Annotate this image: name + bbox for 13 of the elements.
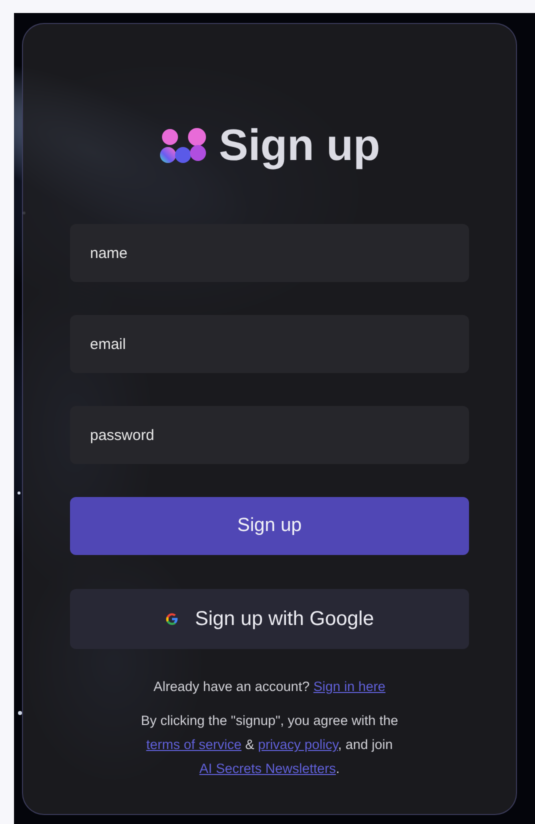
text-link[interactable]: privacy policy (258, 737, 338, 752)
google-icon (164, 612, 179, 626)
input-field[interactable]: email (70, 315, 469, 373)
signup-button[interactable]: Sign up (70, 497, 469, 555)
terms-text: By clicking the "signup", you agree with the terms of service & privacy policy, and join AI Secrets Newsletters. (140, 712, 400, 778)
input-field[interactable]: password (70, 406, 469, 464)
google-signup-button[interactable]: Sign up with Google (70, 589, 469, 649)
text-link[interactable]: AI Secrets Newsletters (199, 761, 336, 776)
text-link[interactable]: terms of service (146, 737, 242, 752)
input-field[interactable]: name (70, 224, 469, 282)
signin-prompt: Already have an account? Sign in here (152, 678, 386, 696)
page-title: Sign up (218, 124, 380, 168)
text-link[interactable]: Sign in here (313, 679, 386, 694)
